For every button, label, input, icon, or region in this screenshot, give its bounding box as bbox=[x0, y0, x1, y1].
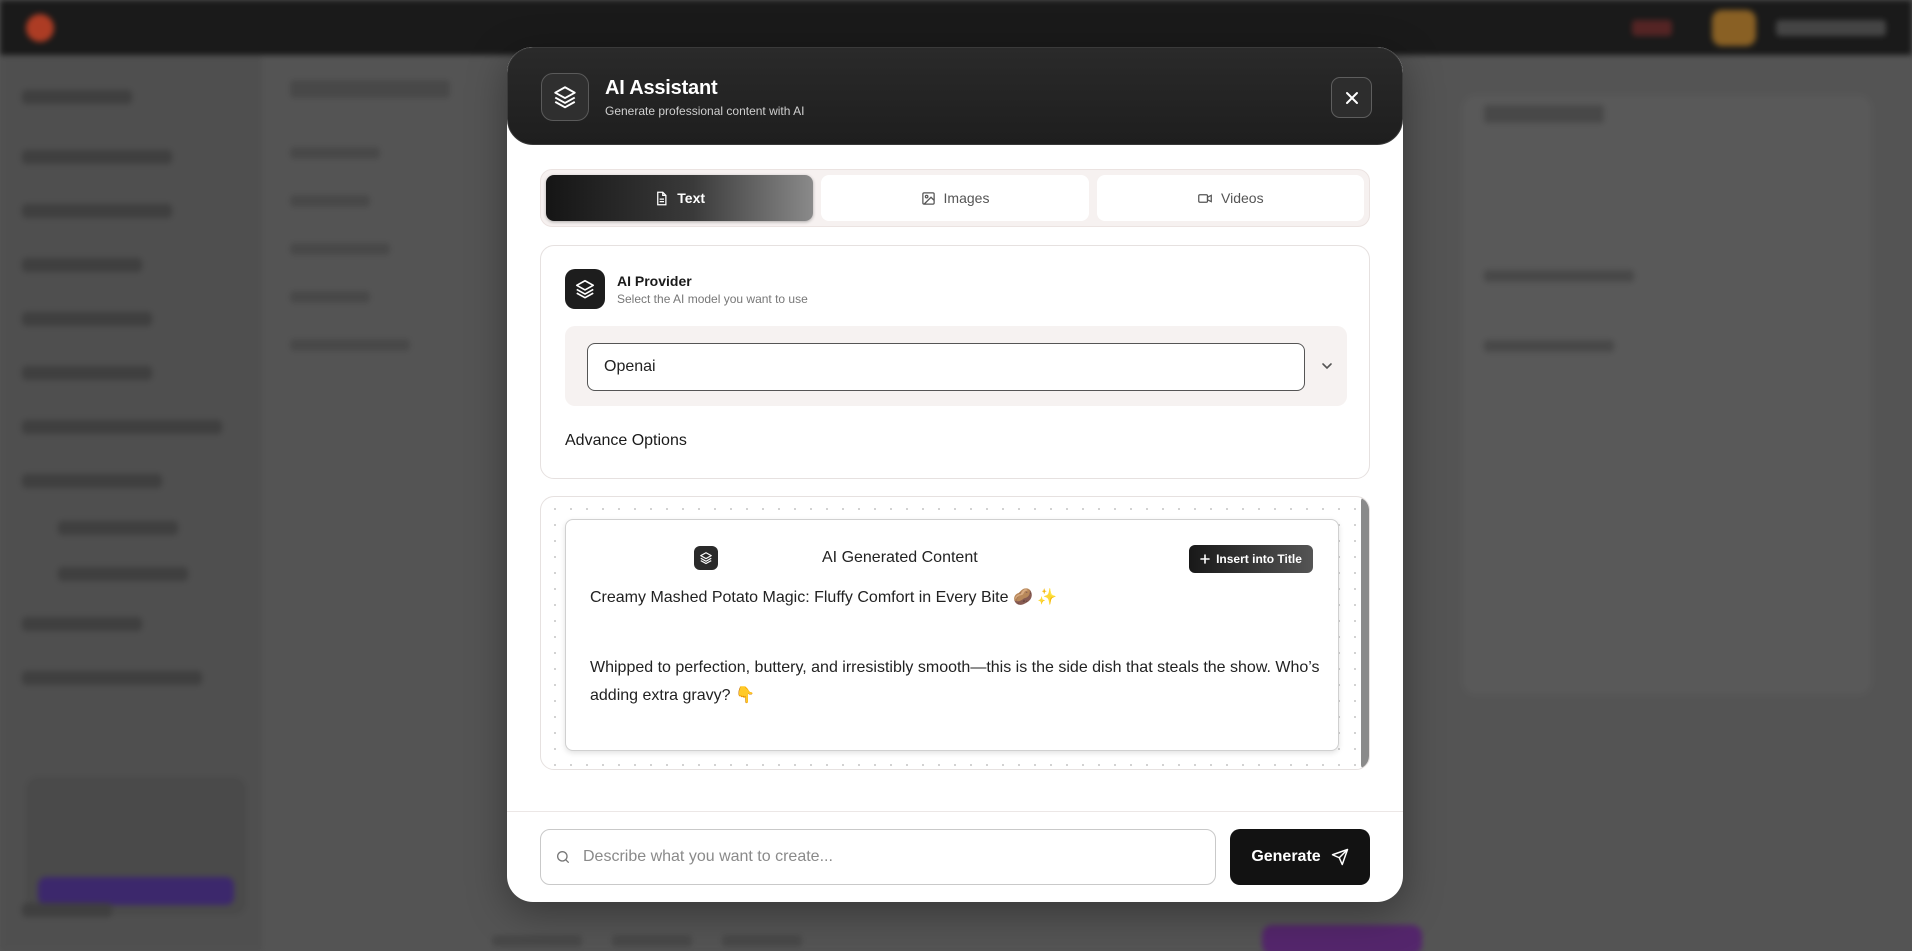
modal-header: AI Assistant Generate professional conte… bbox=[507, 47, 1403, 145]
tab-images[interactable]: Images bbox=[821, 175, 1089, 221]
send-icon bbox=[1331, 848, 1348, 866]
provider-select-wrapper: Openai bbox=[565, 326, 1347, 406]
content-type-tabs: Text Images Videos bbox=[540, 169, 1370, 227]
layers-icon bbox=[565, 269, 605, 309]
tab-label: Images bbox=[943, 190, 990, 206]
image-icon bbox=[921, 191, 935, 205]
insert-label: Insert into Title bbox=[1216, 552, 1302, 566]
generated-body: Whipped to perfection, buttery, and irre… bbox=[590, 659, 1320, 704]
generated-headline: Creamy Mashed Potato Magic: Fluffy Comfo… bbox=[590, 589, 1058, 606]
generate-label: Generate bbox=[1251, 848, 1321, 865]
tab-label: Text bbox=[677, 190, 706, 206]
generated-content-card: AI Generated Content Insert into Title C… bbox=[565, 519, 1339, 751]
generated-content-area: AI Generated Content Insert into Title C… bbox=[540, 496, 1370, 770]
chevron-down-icon[interactable] bbox=[1317, 356, 1337, 376]
tab-label: Videos bbox=[1221, 190, 1264, 206]
video-icon bbox=[1198, 193, 1212, 203]
modal-title: AI Assistant bbox=[605, 77, 718, 99]
ai-provider-card: AI Provider Select the AI model you want… bbox=[540, 245, 1370, 479]
prompt-input[interactable] bbox=[583, 848, 1183, 866]
close-icon bbox=[1345, 91, 1358, 104]
close-button[interactable] bbox=[1331, 77, 1372, 118]
footer-divider bbox=[507, 811, 1403, 812]
layers-icon bbox=[541, 73, 589, 121]
generated-content-title: AI Generated Content bbox=[822, 549, 978, 566]
provider-select[interactable]: Openai bbox=[587, 343, 1305, 391]
provider-subtitle: Select the AI model you want to use bbox=[617, 292, 808, 306]
generate-button[interactable]: Generate bbox=[1230, 829, 1370, 885]
document-icon bbox=[657, 191, 667, 205]
ai-assistant-modal: AI Assistant Generate professional conte… bbox=[507, 47, 1403, 902]
layers-icon bbox=[694, 546, 718, 570]
modal-subtitle: Generate professional content with AI bbox=[605, 104, 805, 118]
provider-title: AI Provider bbox=[617, 273, 692, 289]
tab-videos[interactable]: Videos bbox=[1096, 175, 1364, 221]
search-icon bbox=[557, 851, 569, 863]
advance-options-toggle[interactable]: Advance Options bbox=[565, 432, 687, 450]
content-scrollbar[interactable] bbox=[1361, 497, 1369, 769]
plus-icon bbox=[1200, 554, 1210, 564]
prompt-field bbox=[540, 829, 1216, 885]
tab-text[interactable]: Text bbox=[546, 175, 814, 221]
insert-into-title-button[interactable]: Insert into Title bbox=[1189, 545, 1313, 573]
